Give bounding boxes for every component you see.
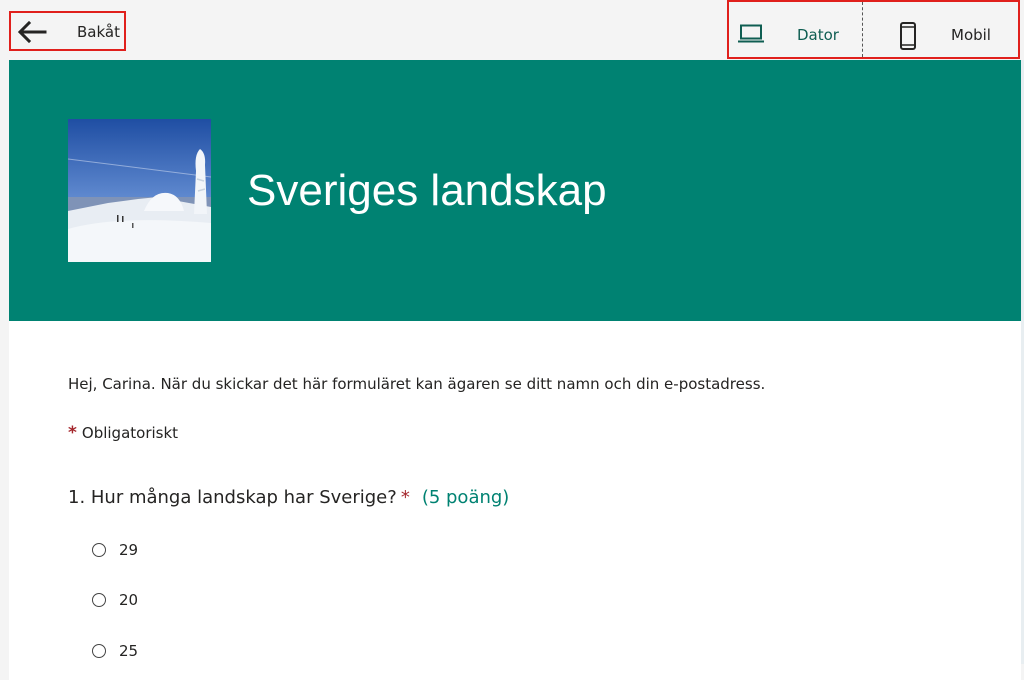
answer-option-29[interactable]: 29: [92, 540, 138, 560]
form-card: Sveriges landskap Hej, Carina. När du sk…: [9, 60, 1021, 680]
required-legend: * Obligatoriskt: [68, 423, 178, 443]
desktop-view-button[interactable]: Dator: [729, 2, 863, 57]
arrow-left-icon: [17, 21, 47, 43]
required-legend-label: Obligatoriskt: [81, 424, 179, 442]
form-header: Sveriges landskap: [9, 60, 1021, 321]
respondent-notice: Hej, Carina. När du skickar det här form…: [68, 375, 766, 393]
question-points: (5 poäng): [421, 487, 510, 508]
question-text: 1. Hur många landskap har Sverige?: [68, 487, 397, 508]
form-title: Sveriges landskap: [247, 166, 607, 215]
question-required-asterisk: *: [400, 487, 410, 508]
back-button[interactable]: Bakåt: [9, 11, 126, 51]
snowy-mountain-image: [68, 119, 211, 262]
radio-button[interactable]: [92, 543, 106, 557]
answer-option-label: 29: [119, 541, 139, 559]
mobile-view-button[interactable]: Mobil: [863, 2, 1018, 57]
desktop-view-label: Dator: [797, 26, 839, 44]
answer-option-label: 25: [119, 642, 139, 660]
required-asterisk: *: [68, 423, 77, 443]
back-button-label: Bakåt: [77, 23, 120, 41]
radio-button[interactable]: [92, 593, 106, 607]
radio-button[interactable]: [92, 644, 106, 658]
mobile-view-label: Mobil: [951, 26, 991, 44]
top-bar: Bakåt Dator Mobil: [0, 0, 1024, 60]
preview-view-switch: Dator Mobil: [727, 0, 1020, 59]
mobile-phone-icon: [900, 22, 916, 50]
answer-option-25[interactable]: 25: [92, 641, 138, 661]
question-title: 1. Hur många landskap har Sverige? * (5 po…: [68, 487, 509, 508]
answer-option-label: 20: [119, 591, 139, 609]
answer-option-20[interactable]: 20: [92, 590, 138, 610]
laptop-icon: [738, 24, 764, 43]
